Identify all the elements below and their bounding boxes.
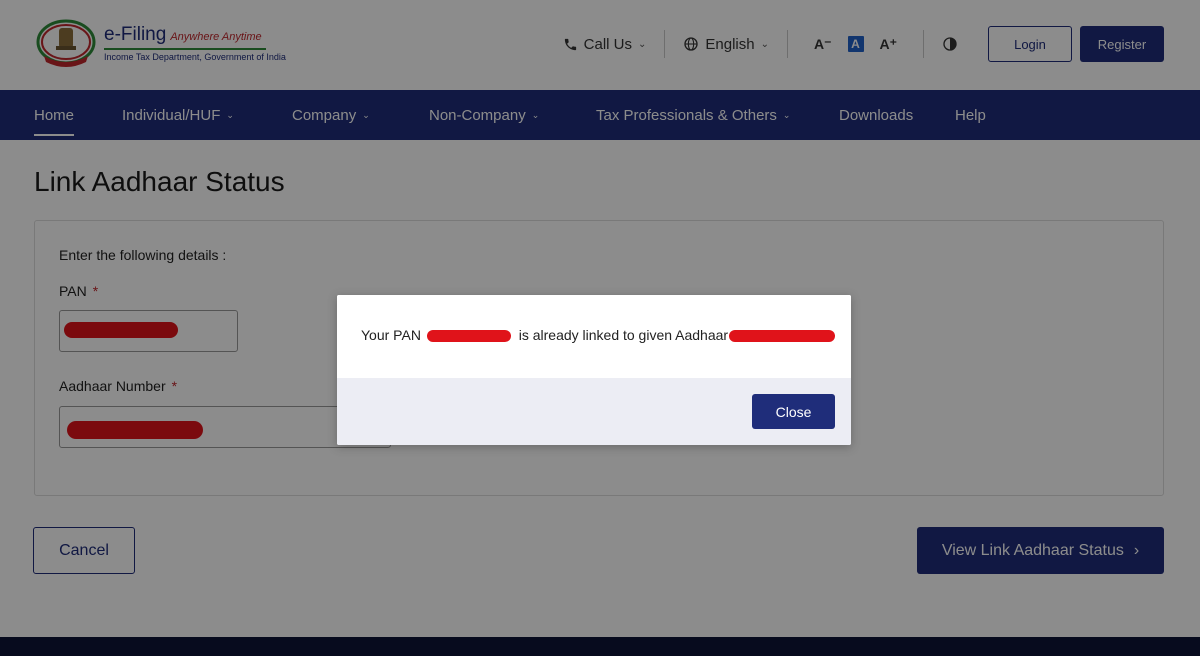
msg-prefix: Your PAN <box>361 327 421 343</box>
link-status-dialog: Your PAN is already linked to given Aadh… <box>337 295 851 445</box>
close-button[interactable]: Close <box>752 394 835 429</box>
redaction-mark <box>426 330 511 343</box>
redaction-mark <box>729 330 836 343</box>
msg-middle: is already linked to given Aadhaar <box>518 327 729 343</box>
dialog-message: Your PAN is already linked to given Aadh… <box>361 327 836 343</box>
